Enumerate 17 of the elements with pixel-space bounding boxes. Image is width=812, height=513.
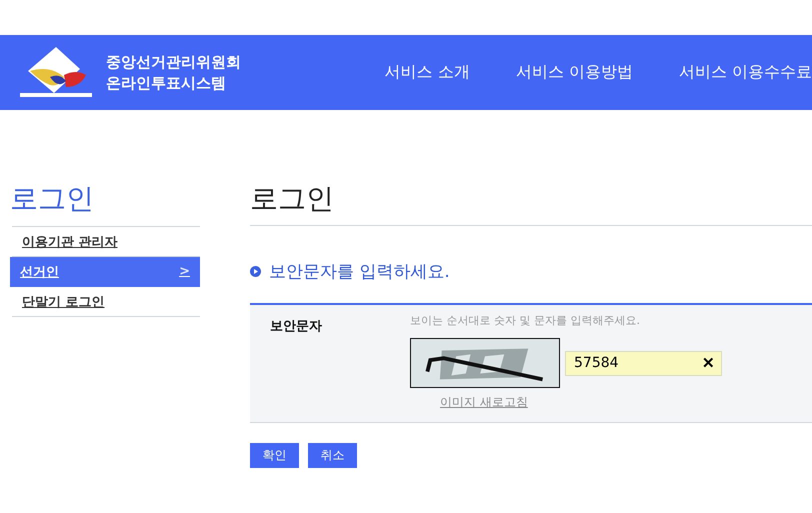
organization-name: 중앙선거관리위원회	[106, 52, 241, 72]
hint-text: 보이는 순서대로 숫자 및 문자를 입력해주세요.	[410, 313, 641, 328]
field-label: 보안문자	[270, 318, 323, 336]
cancel-button[interactable]: 취소	[308, 443, 357, 468]
confirm-button[interactable]: 확인	[250, 443, 299, 468]
ballot-logo-icon	[20, 46, 92, 98]
nav-link[interactable]: 서비스 이용방법	[516, 62, 633, 83]
nav-link[interactable]: 서비스 이용수수료	[678, 62, 812, 83]
captcha-input[interactable]: 57584 ✕	[565, 350, 722, 376]
page-title: 로그인	[250, 180, 812, 226]
refresh-image-link[interactable]: 이미지 새로고침	[440, 394, 722, 411]
bullet-icon	[250, 266, 261, 277]
sidebar-title: 로그인	[10, 181, 95, 217]
section-heading: 보안문자를 입력하세요.	[269, 261, 450, 283]
system-name: 온라인투표시스템	[106, 72, 227, 94]
nav-link[interactable]: 서비스 소개	[384, 62, 470, 83]
clear-button[interactable]: ✕	[702, 354, 715, 372]
